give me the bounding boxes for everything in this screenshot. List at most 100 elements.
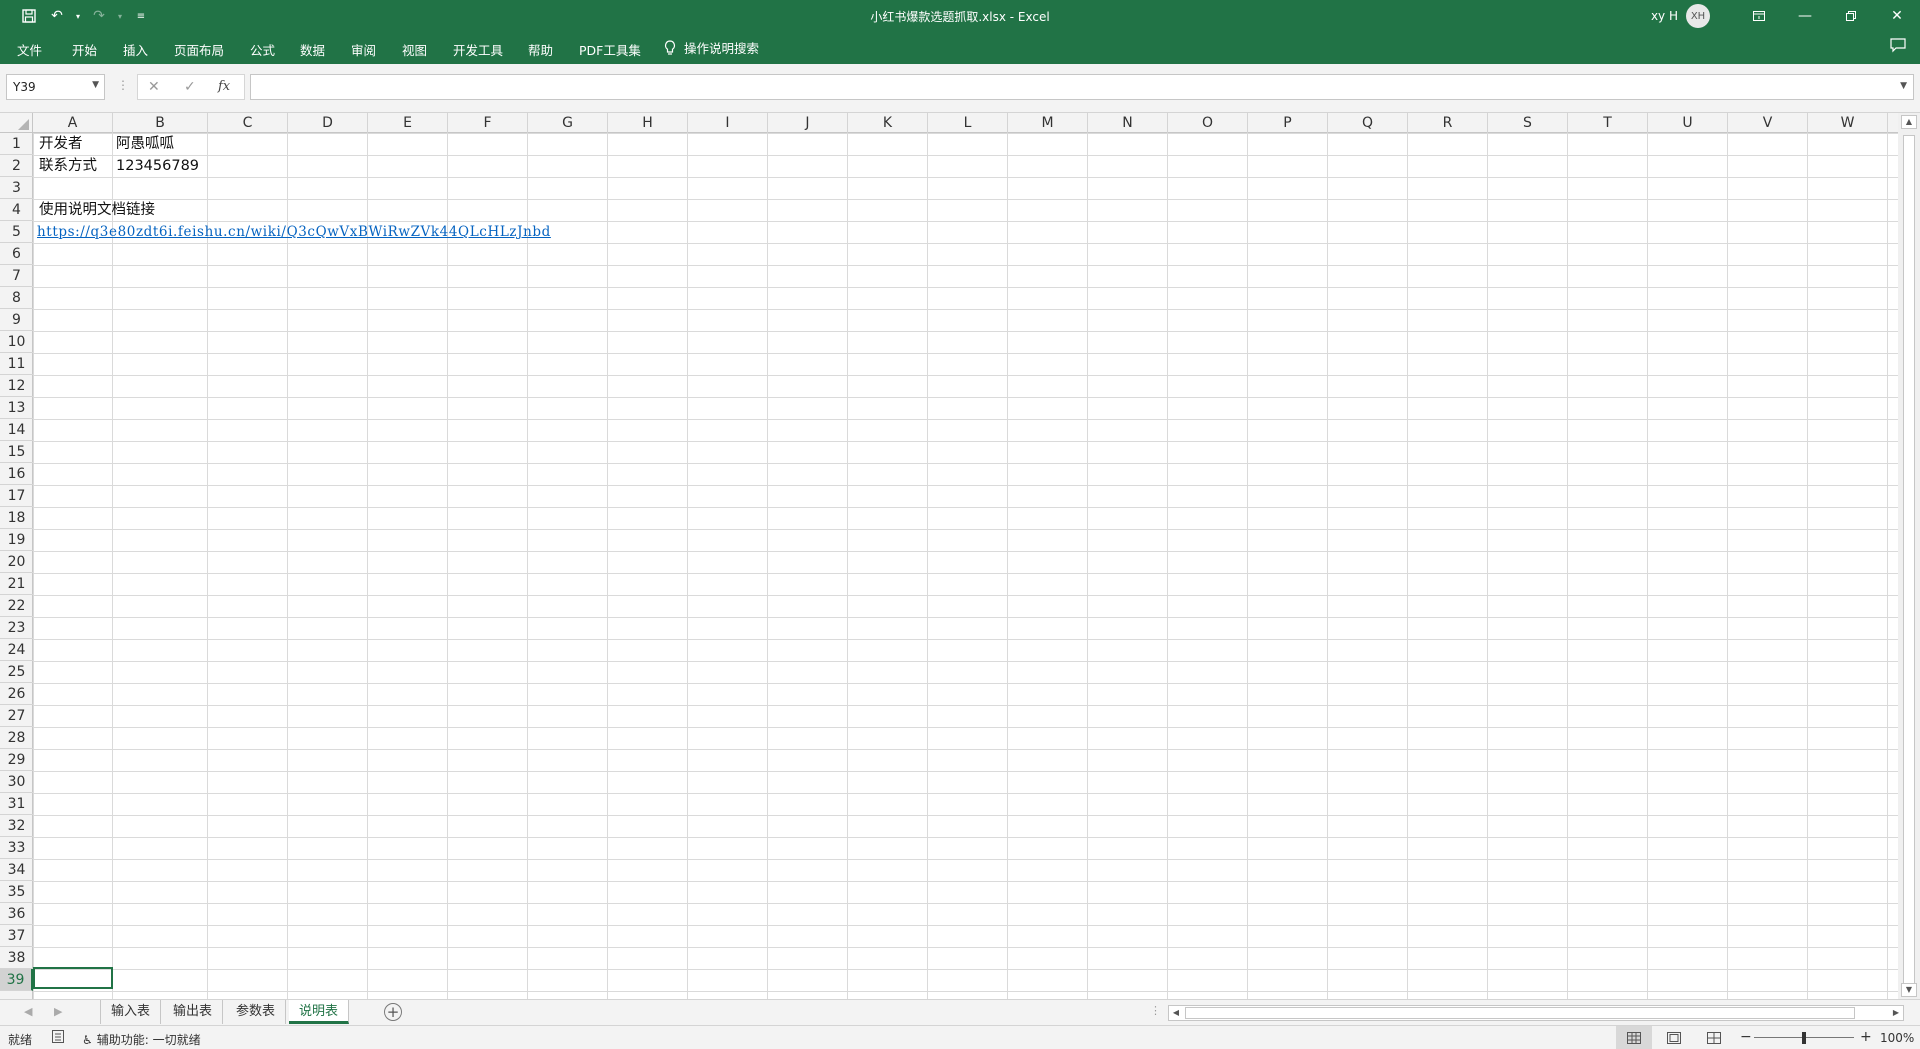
- column-header-s[interactable]: S: [1488, 113, 1568, 133]
- row-header-32[interactable]: 32: [0, 815, 33, 837]
- normal-view-icon[interactable]: [1616, 1026, 1652, 1049]
- avatar[interactable]: XH: [1686, 4, 1710, 28]
- row-header-15[interactable]: 15: [0, 441, 33, 463]
- sheet-tab-params[interactable]: 参数表: [226, 1000, 287, 1024]
- column-header-f[interactable]: F: [448, 113, 528, 133]
- column-header-o[interactable]: O: [1168, 113, 1248, 133]
- column-header-e[interactable]: E: [368, 113, 448, 133]
- row-header-16[interactable]: 16: [0, 463, 33, 485]
- row-header-19[interactable]: 19: [0, 529, 33, 551]
- prev-sheet-icon[interactable]: ◀: [24, 1005, 32, 1018]
- tab-data[interactable]: 数据: [300, 40, 325, 59]
- sheet-tab-readme[interactable]: 说明表: [289, 1000, 350, 1024]
- row-header-24[interactable]: 24: [0, 639, 33, 661]
- scroll-down-icon[interactable]: ▼: [1901, 983, 1917, 997]
- zoom-out-icon[interactable]: −: [1740, 1029, 1752, 1045]
- tab-formulas[interactable]: 公式: [250, 40, 275, 59]
- row-header-22[interactable]: 22: [0, 595, 33, 617]
- column-header-j[interactable]: J: [768, 113, 848, 133]
- row-header-4[interactable]: 4: [0, 199, 33, 221]
- column-header-h[interactable]: H: [608, 113, 688, 133]
- expand-formula-bar-icon[interactable]: ▼: [1900, 81, 1907, 91]
- tell-me-search[interactable]: 操作说明搜索: [664, 38, 759, 57]
- column-header-b[interactable]: B: [113, 113, 208, 133]
- row-header-17[interactable]: 17: [0, 485, 33, 507]
- scroll-left-icon[interactable]: ◀: [1169, 1006, 1183, 1020]
- zoom-level[interactable]: 100%: [1880, 1031, 1914, 1045]
- select-all-button[interactable]: [0, 113, 33, 133]
- tab-pdf-tools[interactable]: PDF工具集: [579, 40, 641, 59]
- column-header-t[interactable]: T: [1568, 113, 1648, 133]
- cell-b2[interactable]: 123456789: [113, 155, 199, 177]
- scroll-right-icon[interactable]: ▶: [1889, 1006, 1903, 1020]
- column-header-g[interactable]: G: [528, 113, 608, 133]
- row-header-28[interactable]: 28: [0, 727, 33, 749]
- formula-bar-splitter[interactable]: ⋮: [117, 78, 129, 92]
- column-header-p[interactable]: P: [1248, 113, 1328, 133]
- sheet-tab-input[interactable]: 输入表: [100, 1000, 162, 1024]
- name-box[interactable]: Y39 ▼: [6, 74, 105, 100]
- column-header-d[interactable]: D: [288, 113, 368, 133]
- cancel-icon[interactable]: ✕: [148, 79, 160, 95]
- zoom-in-icon[interactable]: +: [1860, 1029, 1872, 1045]
- row-header-8[interactable]: 8: [0, 287, 33, 309]
- row-header-18[interactable]: 18: [0, 507, 33, 529]
- column-header-r[interactable]: R: [1408, 113, 1488, 133]
- row-header-26[interactable]: 26: [0, 683, 33, 705]
- user-account[interactable]: xy H XH: [1651, 4, 1710, 28]
- row-header-30[interactable]: 30: [0, 771, 33, 793]
- column-header-m[interactable]: M: [1008, 113, 1088, 133]
- row-header-36[interactable]: 36: [0, 903, 33, 925]
- column-header-u[interactable]: U: [1648, 113, 1728, 133]
- comments-icon[interactable]: [1890, 38, 1906, 57]
- row-header-20[interactable]: 20: [0, 551, 33, 573]
- tab-developer[interactable]: 开发工具: [453, 40, 503, 59]
- cell-a1[interactable]: 开发者: [36, 133, 83, 155]
- vertical-scroll-thumb[interactable]: [1903, 135, 1915, 985]
- formula-input[interactable]: ▼: [250, 74, 1914, 100]
- close-icon[interactable]: ✕: [1874, 0, 1920, 32]
- tab-splitter-handle[interactable]: ⋮: [1150, 1004, 1161, 1017]
- minimize-icon[interactable]: —: [1782, 0, 1828, 32]
- horizontal-scrollbar[interactable]: ◀ ▶: [1168, 1005, 1904, 1021]
- row-header-39[interactable]: 39: [0, 969, 33, 991]
- column-header-v[interactable]: V: [1728, 113, 1808, 133]
- page-layout-view-icon[interactable]: [1656, 1026, 1692, 1049]
- zoom-slider-thumb[interactable]: [1802, 1032, 1806, 1044]
- tab-page-layout[interactable]: 页面布局: [174, 40, 224, 59]
- row-header-12[interactable]: 12: [0, 375, 33, 397]
- next-sheet-icon[interactable]: ▶: [54, 1005, 62, 1018]
- row-header-23[interactable]: 23: [0, 617, 33, 639]
- row-header-25[interactable]: 25: [0, 661, 33, 683]
- restore-icon[interactable]: [1828, 0, 1874, 32]
- row-header-2[interactable]: 2: [0, 155, 33, 177]
- tab-file[interactable]: 文件: [17, 40, 42, 59]
- scroll-up-icon[interactable]: ▲: [1901, 115, 1917, 129]
- add-sheet-icon[interactable]: +: [384, 1003, 402, 1021]
- cell-b1[interactable]: 阿愚呱呱: [113, 133, 174, 155]
- row-header-11[interactable]: 11: [0, 353, 33, 375]
- tab-review[interactable]: 审阅: [351, 40, 376, 59]
- cell-a2[interactable]: 联系方式: [36, 155, 97, 177]
- column-header-l[interactable]: L: [928, 113, 1008, 133]
- row-header-3[interactable]: 3: [0, 177, 33, 199]
- row-header-27[interactable]: 27: [0, 705, 33, 727]
- row-header-31[interactable]: 31: [0, 793, 33, 815]
- row-header-35[interactable]: 35: [0, 881, 33, 903]
- row-header-38[interactable]: 38: [0, 947, 33, 969]
- vertical-scrollbar[interactable]: ▲ ▼: [1898, 113, 1920, 999]
- row-header-37[interactable]: 37: [0, 925, 33, 947]
- insert-function-icon[interactable]: fx: [218, 79, 230, 94]
- cells-area[interactable]: 开发者 阿愚呱呱 联系方式 123456789 使用说明文档链接 https:/…: [33, 133, 1898, 999]
- tab-insert[interactable]: 插入: [123, 40, 148, 59]
- row-header-5[interactable]: 5: [0, 221, 33, 243]
- column-header-k[interactable]: K: [848, 113, 928, 133]
- tab-help[interactable]: 帮助: [528, 40, 553, 59]
- cell-a4[interactable]: 使用说明文档链接: [36, 199, 155, 221]
- macro-record-icon[interactable]: [52, 1030, 64, 1046]
- horizontal-scroll-thumb[interactable]: [1185, 1007, 1855, 1019]
- tab-view[interactable]: 视图: [402, 40, 427, 59]
- row-header-13[interactable]: 13: [0, 397, 33, 419]
- enter-icon[interactable]: ✓: [184, 79, 196, 95]
- row-header-7[interactable]: 7: [0, 265, 33, 287]
